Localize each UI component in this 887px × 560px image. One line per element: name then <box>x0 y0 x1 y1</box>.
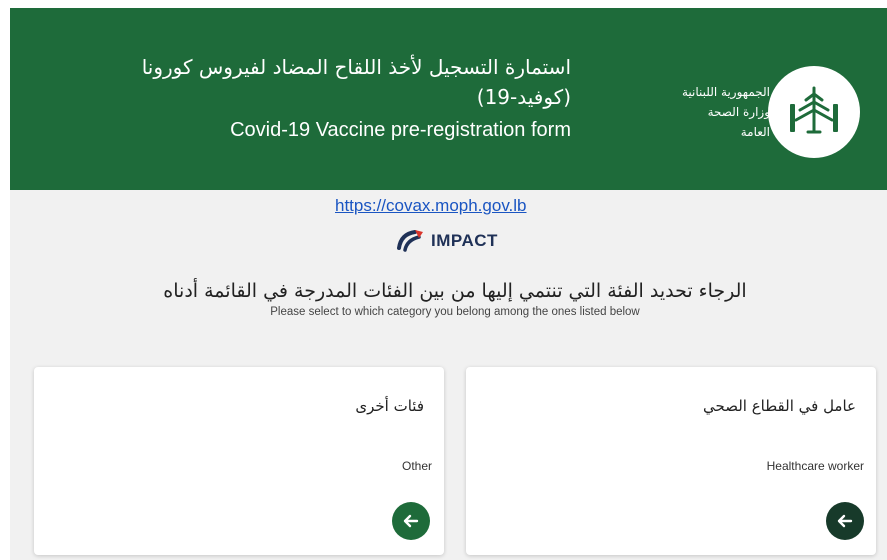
category-card-other[interactable]: فئات أخرى Other <box>34 367 444 555</box>
category-prompt-arabic: الرجاء تحديد الفئة التي تنتمي إليها من ب… <box>163 280 747 302</box>
ministry-name: الجمهورية اللبنانية وزارة الصحة العامة <box>650 82 770 142</box>
category-prompt-english: Please select to which category you belo… <box>270 306 640 318</box>
form-title-arabic-line-1: استمارة التسجيل لأخذ اللقاح المضاد لفيرو… <box>141 55 571 79</box>
ministry-line-2: وزارة الصحة <box>707 105 770 119</box>
arrow-left-icon <box>403 514 419 528</box>
ministry-line-1: الجمهورية اللبنانية <box>681 85 770 99</box>
select-other-button[interactable] <box>392 502 430 540</box>
arrow-left-icon <box>837 514 853 528</box>
impact-label: IMPACT <box>431 231 498 250</box>
card-title-english: Other <box>401 459 432 473</box>
covax-site-link[interactable]: https://covax.moph.gov.lb <box>335 196 527 216</box>
card-title-arabic: عامل في القطاع الصحي <box>703 397 856 415</box>
card-title-english: Healthcare worker <box>766 459 864 473</box>
card-title-arabic: فئات أخرى <box>355 397 424 415</box>
select-healthcare-button[interactable] <box>826 502 864 540</box>
form-title-arabic: استمارة التسجيل لأخذ اللقاح المضاد لفيرو… <box>11 52 571 112</box>
ministry-line-3: العامة <box>740 125 770 139</box>
impact-logo-icon <box>397 230 423 252</box>
form-title-english: Covid-19 Vaccine pre-registration form <box>230 119 571 141</box>
cedar-emblem-icon <box>768 66 860 158</box>
category-card-healthcare[interactable]: عامل في القطاع الصحي Healthcare worker <box>466 367 876 555</box>
impact-logo: IMPACT <box>395 228 498 254</box>
form-title-arabic-line-2: (كوفيد-19) <box>476 85 571 109</box>
